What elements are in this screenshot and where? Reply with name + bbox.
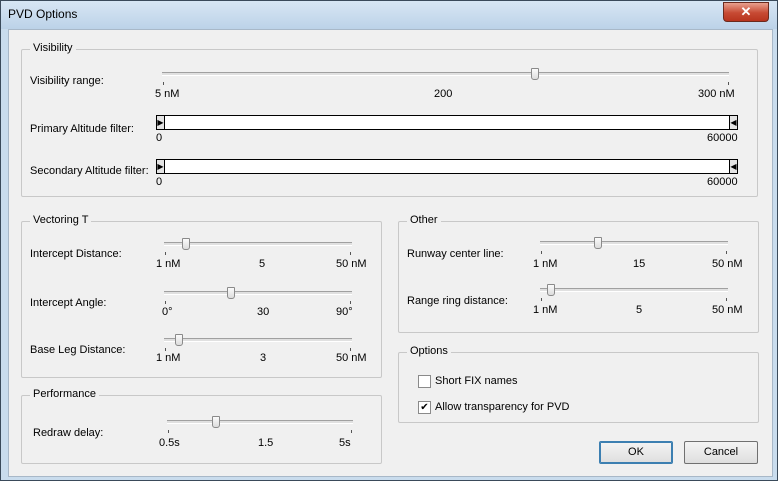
intercept-angle-min: 0° — [162, 306, 173, 318]
runway-center-line-thumb[interactable] — [594, 237, 602, 249]
options-group: Options Short FIX names ✔ Allow transpar… — [398, 345, 759, 423]
intercept-angle-slider[interactable] — [164, 287, 352, 299]
visibility-range-tick-max — [728, 82, 729, 85]
redraw-delay-max: 5s — [339, 437, 351, 449]
secondary-altitude-high-handle[interactable]: ◀ — [729, 160, 737, 173]
redraw-delay-mid: 1.5 — [258, 437, 274, 449]
right-triangle-icon: ▶ — [157, 162, 164, 171]
range-ring-distance-tick-max — [726, 298, 727, 301]
intercept-distance-mid: 5 — [259, 258, 266, 270]
intercept-distance-label: Intercept Distance: — [30, 248, 122, 260]
cancel-button[interactable]: Cancel — [684, 441, 758, 464]
intercept-distance-slider[interactable] — [164, 238, 352, 250]
secondary-altitude-label: Secondary Altitude filter: — [30, 165, 149, 177]
range-ring-distance-min: 1 nM — [533, 304, 558, 316]
base-leg-distance-max: 50 nM — [336, 352, 367, 364]
primary-altitude-min: 0 — [156, 132, 163, 144]
visibility-group: Visibility Visibility range: 5 nM 200 30… — [21, 42, 758, 197]
runway-center-line-min: 1 nM — [533, 258, 558, 270]
base-leg-distance-label: Base Leg Distance: — [30, 344, 126, 356]
runway-center-line-tick-max — [726, 251, 727, 254]
base-leg-distance-slider[interactable] — [164, 334, 352, 346]
base-leg-distance-tick-min — [165, 348, 166, 351]
intercept-angle-max: 90° — [336, 306, 353, 318]
allow-transparency-checkbox[interactable]: ✔ — [418, 401, 431, 414]
visibility-range-max: 300 nM — [698, 88, 735, 100]
runway-center-line-mid: 15 — [633, 258, 646, 270]
secondary-altitude-low-handle[interactable]: ▶ — [157, 160, 165, 173]
range-ring-distance-mid: 5 — [636, 304, 643, 316]
primary-altitude-max: 60000 — [707, 132, 738, 144]
close-button[interactable]: ✕ — [723, 2, 769, 22]
visibility-range-thumb[interactable] — [530, 68, 539, 80]
visibility-range-min: 5 nM — [155, 88, 180, 100]
redraw-delay-thumb[interactable] — [211, 416, 220, 428]
runway-center-line-tick-min — [541, 251, 542, 254]
runway-center-line-max: 50 nM — [712, 258, 743, 270]
visibility-range-mid: 200 — [434, 88, 453, 100]
primary-altitude-high-handle[interactable]: ◀ — [729, 116, 737, 129]
intercept-distance-tick-min — [165, 252, 166, 255]
range-ring-distance-label: Range ring distance: — [407, 295, 508, 307]
vectoring-group: Vectoring T Intercept Distance: 1 nM 5 5… — [21, 214, 382, 378]
ok-button[interactable]: OK — [599, 441, 673, 464]
vectoring-group-title: Vectoring T — [30, 214, 92, 226]
left-triangle-icon: ◀ — [730, 118, 737, 127]
right-triangle-icon: ▶ — [157, 118, 164, 127]
intercept-distance-thumb[interactable] — [182, 238, 190, 250]
short-fix-names-checkbox[interactable] — [418, 375, 431, 388]
secondary-altitude-min: 0 — [156, 176, 163, 188]
redraw-delay-tick-max — [351, 430, 352, 433]
runway-center-line-label: Runway center line: — [407, 248, 504, 260]
pvd-options-window: PVD Options ✕ Visibility Visibility rang… — [0, 0, 778, 481]
range-ring-distance-thumb[interactable] — [547, 284, 556, 296]
intercept-angle-thumb[interactable] — [227, 287, 235, 299]
redraw-delay-label: Redraw delay: — [33, 427, 104, 439]
window-title: PVD Options — [8, 7, 78, 21]
redraw-delay-tick-min — [168, 430, 169, 433]
primary-altitude-low-handle[interactable]: ▶ — [157, 116, 165, 129]
redraw-delay-min: 0.5s — [159, 437, 180, 449]
range-ring-distance-max: 50 nM — [712, 304, 743, 316]
other-group: Other Runway center line: 1 nM 15 50 nM … — [398, 214, 759, 333]
intercept-angle-mid: 30 — [257, 306, 270, 318]
redraw-delay-slider[interactable] — [167, 416, 353, 428]
options-group-title: Options — [407, 345, 451, 357]
allow-transparency-label[interactable]: Allow transparency for PVD — [435, 401, 570, 413]
performance-group-title: Performance — [30, 388, 99, 400]
runway-center-line-slider[interactable] — [540, 237, 728, 249]
close-icon: ✕ — [740, 4, 752, 19]
intercept-angle-tick-max — [350, 301, 351, 304]
other-group-title: Other — [407, 214, 441, 226]
visibility-group-title: Visibility — [30, 42, 76, 54]
intercept-distance-tick-max — [350, 252, 351, 255]
visibility-range-label: Visibility range: — [30, 75, 104, 87]
short-fix-names-label[interactable]: Short FIX names — [435, 375, 518, 387]
primary-altitude-range[interactable]: ▶ ◀ — [156, 115, 738, 130]
intercept-distance-min: 1 nM — [156, 258, 181, 270]
range-ring-distance-tick-min — [541, 298, 542, 301]
base-leg-distance-thumb[interactable] — [174, 334, 183, 346]
base-leg-distance-min: 1 nM — [156, 352, 181, 364]
primary-altitude-label: Primary Altitude filter: — [30, 123, 134, 135]
range-ring-distance-slider[interactable] — [540, 284, 728, 296]
intercept-distance-max: 50 nM — [336, 258, 367, 270]
base-leg-distance-mid: 3 — [260, 352, 267, 364]
intercept-angle-tick-min — [165, 301, 166, 304]
base-leg-distance-tick-max — [350, 348, 351, 351]
visibility-range-tick-min — [163, 82, 164, 85]
intercept-angle-label: Intercept Angle: — [30, 297, 107, 309]
secondary-altitude-max: 60000 — [707, 176, 738, 188]
performance-group: Performance Redraw delay: 0.5s 1.5 5s — [21, 388, 382, 464]
dialog-client: Visibility Visibility range: 5 nM 200 30… — [8, 29, 773, 477]
left-triangle-icon: ◀ — [730, 162, 737, 171]
title-bar[interactable]: PVD Options ✕ — [1, 1, 777, 29]
visibility-range-slider[interactable] — [162, 68, 729, 80]
secondary-altitude-range[interactable]: ▶ ◀ — [156, 159, 738, 174]
